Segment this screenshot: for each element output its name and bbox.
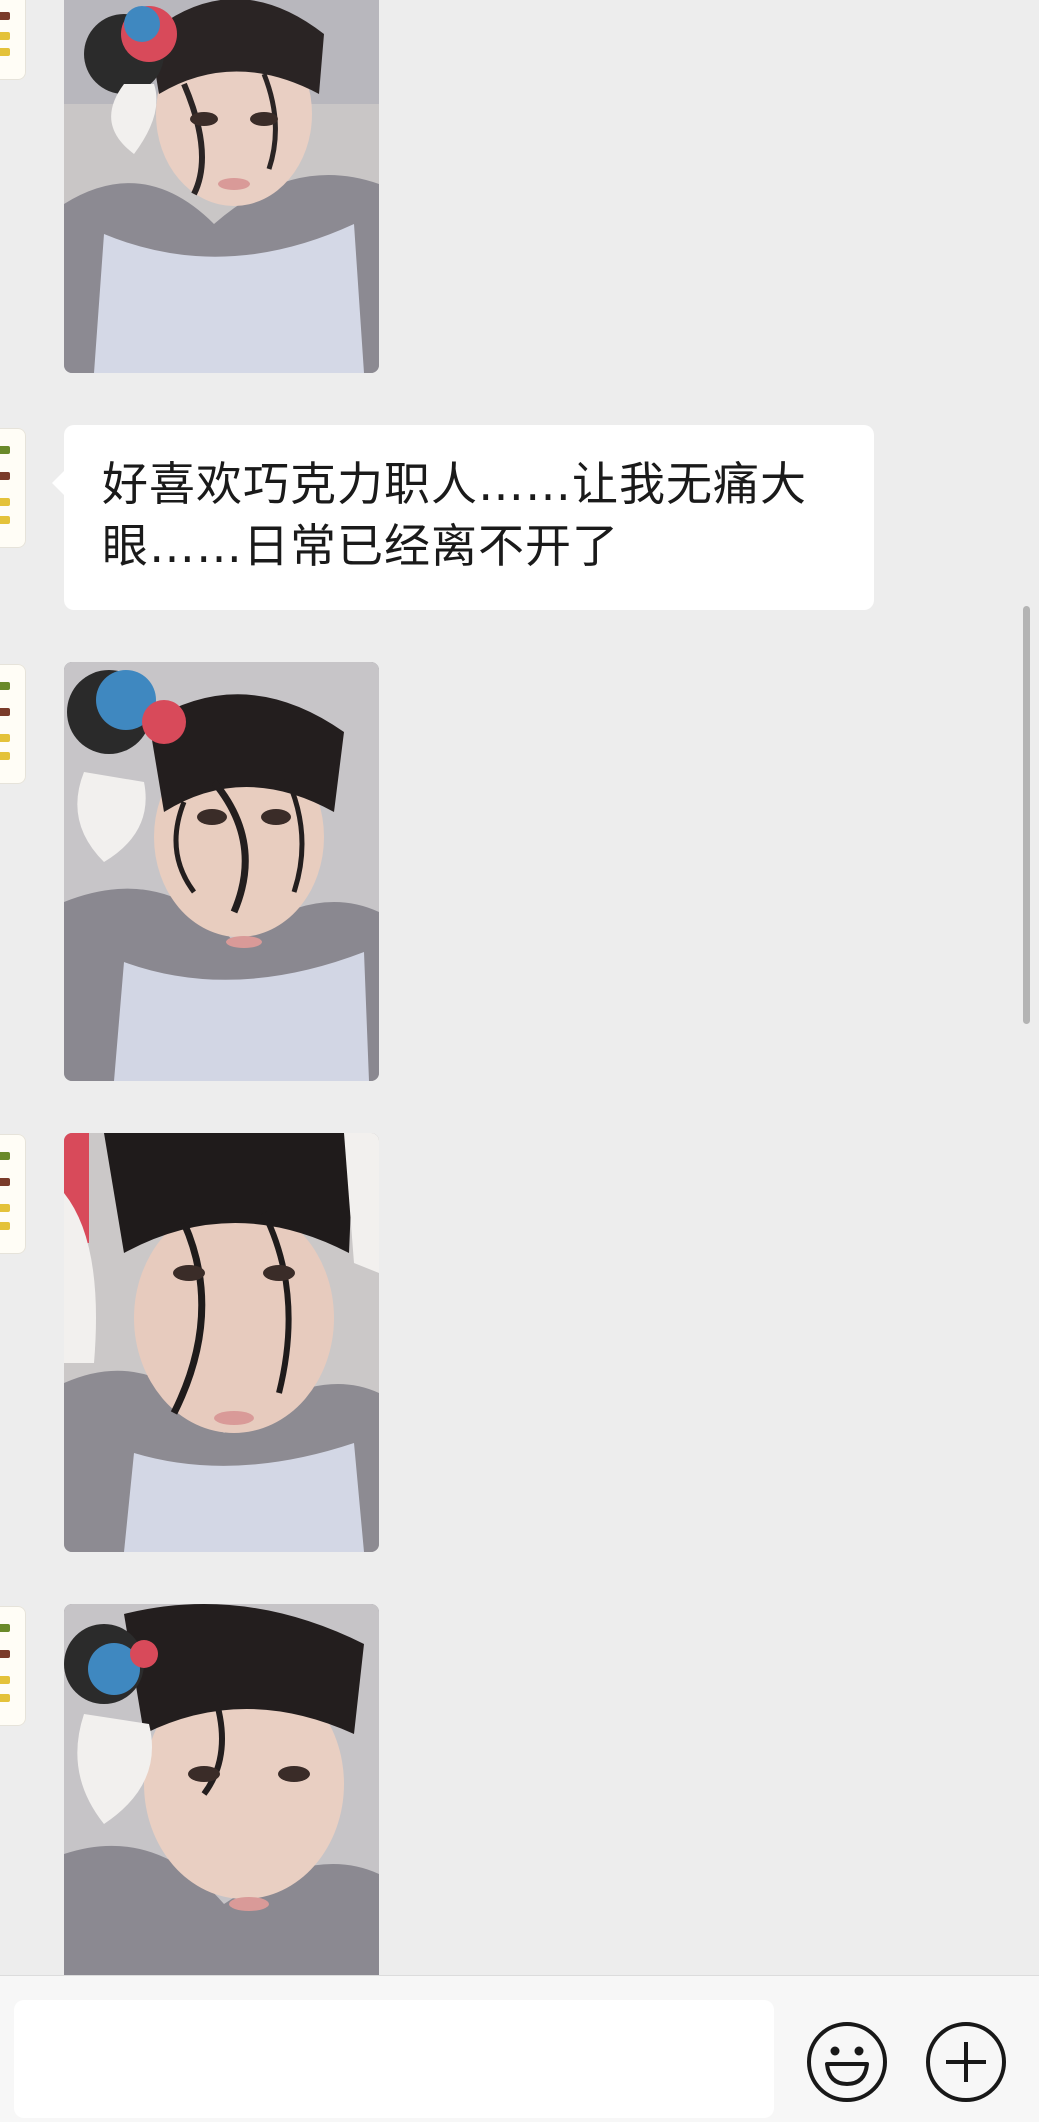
text-message-bubble[interactable]: 好喜欢巧克力职人……让我无痛大眼……日常已经离不开了 [64, 425, 874, 610]
sender-avatar[interactable] [0, 1606, 26, 1726]
chat-image-message[interactable] [64, 1604, 379, 1975]
selfie-photo [64, 1133, 379, 1552]
input-bar [0, 1975, 1039, 2122]
sender-avatar[interactable] [0, 1134, 26, 1254]
emoji-icon [825, 2046, 869, 2086]
selfie-photo [64, 0, 379, 373]
chat-image-message[interactable] [64, 662, 379, 1081]
selfie-photo [64, 1604, 379, 1975]
chat-image-message[interactable] [64, 1133, 379, 1552]
emoji-button[interactable] [807, 2022, 887, 2102]
scrollbar-thumb[interactable] [1023, 606, 1030, 1024]
message-list[interactable]: 好喜欢巧克力职人……让我无痛大眼……日常已经离不开了 [0, 0, 1039, 1975]
sender-avatar[interactable] [0, 0, 26, 80]
more-options-button[interactable] [926, 2022, 1006, 2102]
selfie-photo [64, 662, 379, 1081]
sender-avatar[interactable] [0, 428, 26, 548]
chat-image-message[interactable] [64, 0, 379, 373]
plus-icon [946, 2042, 986, 2082]
sender-avatar[interactable] [0, 664, 26, 784]
chat-screen: 好喜欢巧克力职人……让我无痛大眼……日常已经离不开了 [0, 0, 1039, 2122]
message-input[interactable] [14, 2000, 774, 2118]
message-text: 好喜欢巧克力职人……让我无痛大眼……日常已经离不开了 [102, 457, 807, 573]
